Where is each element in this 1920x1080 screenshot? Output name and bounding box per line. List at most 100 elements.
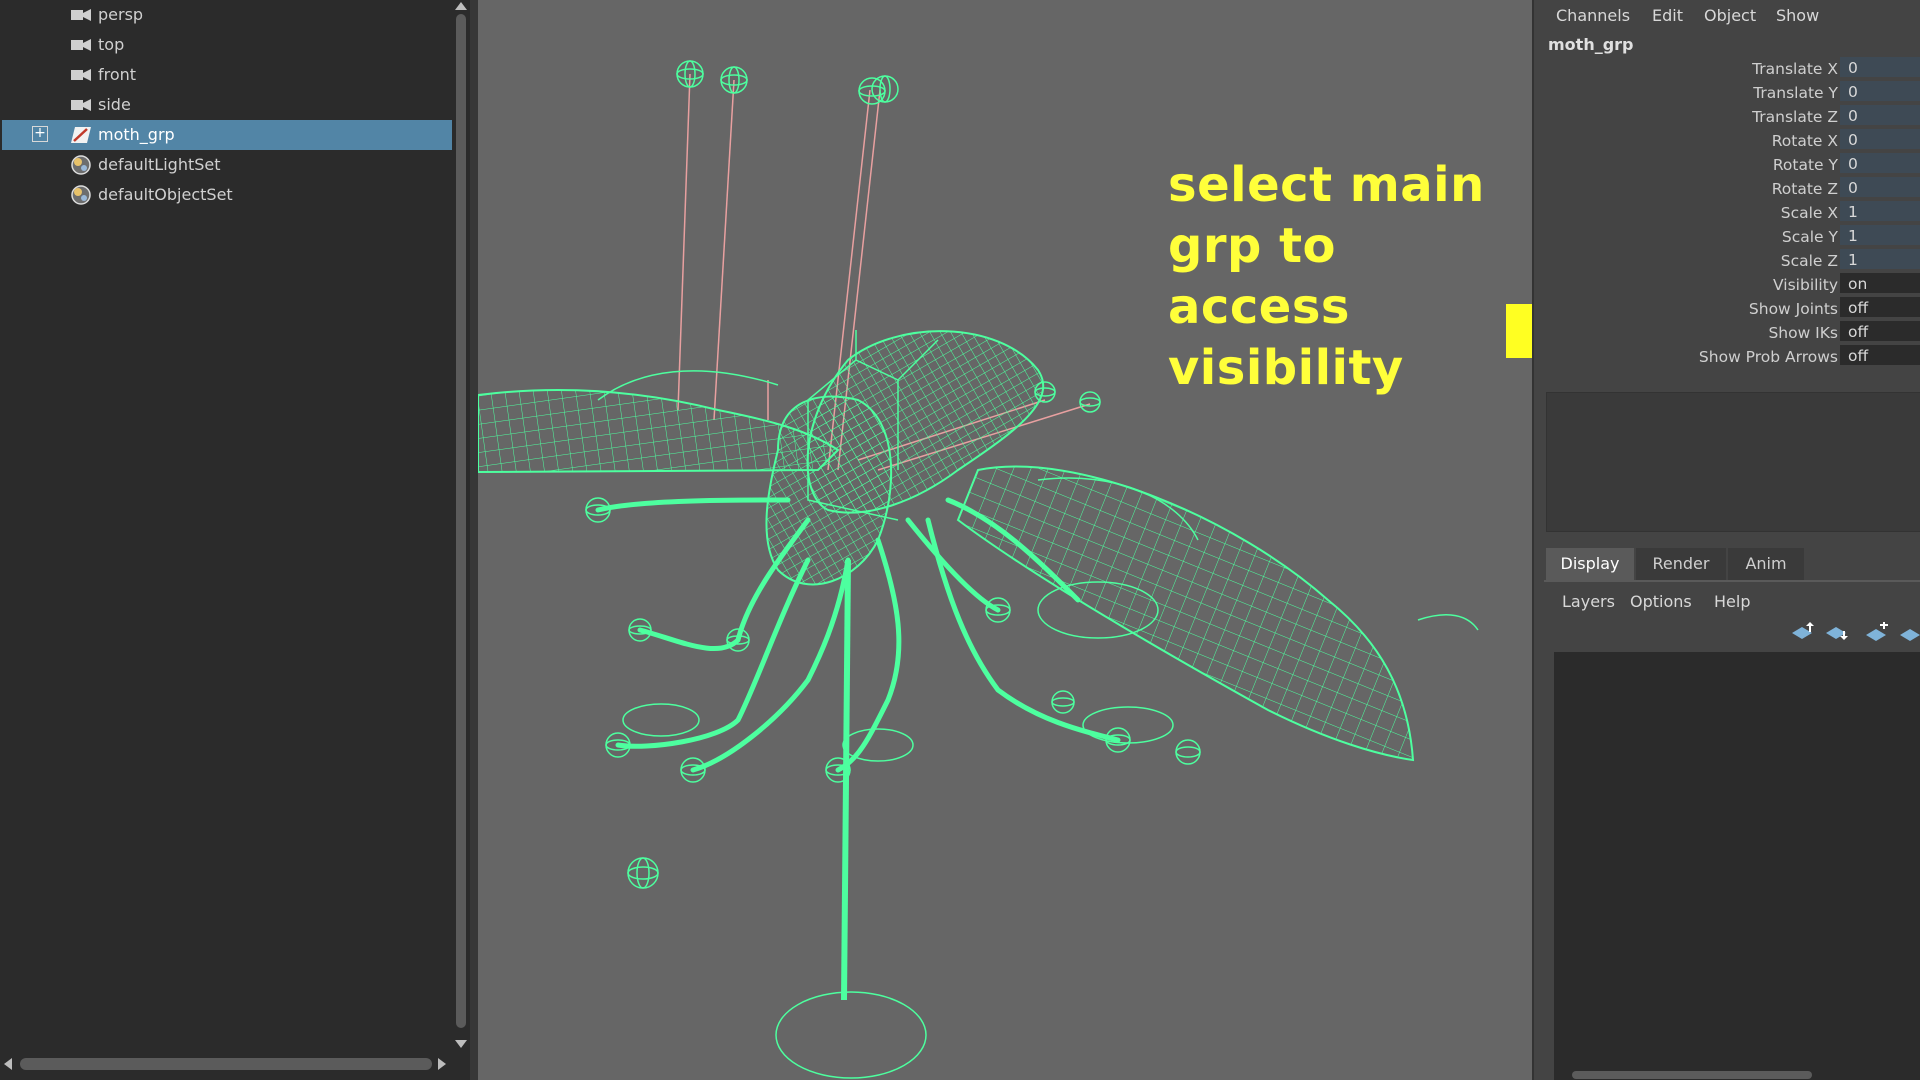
outliner-vertical-scrollbar[interactable] [452, 0, 470, 1050]
channel-value-field[interactable]: 0 [1840, 129, 1920, 151]
channel-row-rotate-z[interactable]: Rotate Z0 [1534, 177, 1920, 201]
outliner-panel: persp top front side + moth_grp defaultL… [0, 0, 471, 1080]
outliner-item-front[interactable]: front [2, 60, 452, 90]
channel-value-field[interactable]: 0 [1840, 105, 1920, 127]
channel-row-translate-z[interactable]: Translate Z0 [1534, 105, 1920, 129]
scroll-left-icon[interactable] [4, 1058, 12, 1070]
camera-icon [71, 9, 91, 21]
camera-icon [71, 39, 91, 51]
tab-underline [1544, 580, 1920, 582]
channel-row-visibility[interactable]: Visibility on [1534, 273, 1920, 297]
scrollbar-thumb[interactable] [456, 14, 466, 1028]
outliner-item-default-object-set[interactable]: defaultObjectSet [2, 180, 452, 210]
scrollbar-thumb[interactable] [20, 1058, 432, 1070]
channel-row-rotate-x[interactable]: Rotate X0 [1534, 129, 1920, 153]
channel-row-rotate-y[interactable]: Rotate Y0 [1534, 153, 1920, 177]
channel-label[interactable]: Rotate Y [1773, 156, 1838, 174]
channel-row-show-joints[interactable]: Show Joints off [1534, 297, 1920, 321]
channel-label[interactable]: Translate Y [1753, 84, 1838, 102]
channel-row-translate-x[interactable]: Translate X0 [1534, 57, 1920, 81]
menu-help[interactable]: Help [1714, 592, 1750, 611]
outliner-item-top[interactable]: top [2, 30, 452, 60]
new-layer-from-selected-icon[interactable] [1898, 622, 1920, 644]
selected-object-name[interactable]: moth_grp [1548, 35, 1634, 54]
set-icon [71, 185, 91, 205]
channel-value-field[interactable]: off [1840, 345, 1920, 367]
outliner-item-side[interactable]: side [2, 90, 452, 120]
new-layer-icon[interactable] [1864, 622, 1890, 644]
set-icon [71, 155, 91, 175]
outliner-item-label: top [98, 35, 125, 54]
channel-value-field[interactable]: 0 [1840, 57, 1920, 79]
layer-editor-toolbar [1534, 618, 1920, 648]
menu-options[interactable]: Options [1630, 592, 1692, 611]
channel-row-scale-y[interactable]: Scale Y1 [1534, 225, 1920, 249]
scroll-down-icon[interactable] [455, 1040, 467, 1048]
move-layer-up-icon[interactable] [1790, 622, 1816, 644]
layer-list[interactable] [1554, 652, 1920, 1072]
channel-row-translate-y[interactable]: Translate Y0 [1534, 81, 1920, 105]
camera-icon [71, 99, 91, 111]
outliner-item-label: front [98, 65, 137, 84]
channel-value-field[interactable]: 1 [1840, 201, 1920, 223]
tab-display[interactable]: Display [1546, 548, 1634, 580]
channel-value-field[interactable]: 0 [1840, 153, 1920, 175]
channel-label[interactable]: Show Joints [1749, 300, 1838, 318]
panel-splitter[interactable] [470, 0, 478, 1080]
channel-label[interactable]: Translate Z [1752, 108, 1838, 126]
outliner-item-persp[interactable]: persp [2, 0, 452, 30]
menu-show[interactable]: Show [1776, 6, 1819, 25]
channel-value-field[interactable]: off [1840, 321, 1920, 343]
channel-label[interactable]: Rotate X [1772, 132, 1838, 150]
move-layer-down-icon[interactable] [1824, 622, 1850, 644]
channel-value-field[interactable]: 0 [1840, 81, 1920, 103]
layer-editor-menu-bar: Layers Options Help [1534, 586, 1920, 616]
channel-label[interactable]: Scale X [1781, 204, 1838, 222]
outliner-item-label: side [98, 95, 131, 114]
scrollbar-thumb[interactable] [1572, 1071, 1812, 1079]
scroll-up-icon[interactable] [455, 2, 467, 10]
channel-value-field[interactable]: on [1840, 273, 1920, 295]
channel-value-field[interactable]: 0 [1840, 177, 1920, 199]
scroll-right-icon[interactable] [438, 1058, 446, 1070]
menu-channels[interactable]: Channels [1556, 6, 1630, 25]
attribute-empty-area [1546, 392, 1920, 532]
channel-label[interactable]: Scale Y [1782, 228, 1838, 246]
channel-label[interactable]: Visibility [1773, 276, 1838, 294]
menu-edit[interactable]: Edit [1652, 6, 1683, 25]
transform-group-icon [71, 127, 91, 143]
outliner-item-label: moth_grp [98, 125, 175, 144]
channel-label[interactable]: Show IKs [1768, 324, 1838, 342]
channel-label[interactable]: Show Prob Arrows [1699, 348, 1838, 366]
tab-anim[interactable]: Anim [1728, 548, 1804, 580]
tab-render[interactable]: Render [1636, 548, 1726, 580]
outliner-item-label: persp [98, 5, 144, 24]
outliner-horizontal-scrollbar[interactable] [0, 1050, 470, 1080]
outliner-item-label: defaultLightSet [98, 155, 221, 174]
channel-row-scale-x[interactable]: Scale X1 [1534, 201, 1920, 225]
channel-value-field[interactable]: 1 [1840, 249, 1920, 271]
channel-label[interactable]: Scale Z [1781, 252, 1838, 270]
tutorial-callout-text: select main grp to access visibility [1168, 157, 1485, 396]
menu-layers[interactable]: Layers [1562, 592, 1615, 611]
right-wing [956, 465, 1415, 762]
head-thorax [765, 395, 893, 586]
right-side-panel: Channels Edit Object Show moth_grp Trans… [1532, 0, 1920, 1080]
channel-value-field[interactable]: 1 [1840, 225, 1920, 247]
3d-viewport[interactable]: select main grp to access visibility [478, 0, 1532, 1080]
channel-label[interactable]: Translate X [1752, 60, 1838, 78]
layer-list-horizontal-scrollbar[interactable] [1554, 1070, 1920, 1080]
outliner-item-label: defaultObjectSet [98, 185, 233, 204]
channel-label[interactable]: Rotate Z [1772, 180, 1838, 198]
menu-object[interactable]: Object [1704, 6, 1756, 25]
camera-icon [71, 69, 91, 81]
channel-row-show-prob-arrows[interactable]: Show Prob Arrows off [1534, 345, 1920, 369]
channel-row-scale-z[interactable]: Scale Z1 [1534, 249, 1920, 273]
channel-row-show-iks[interactable]: Show IKs off [1534, 321, 1920, 345]
outliner-item-default-light-set[interactable]: defaultLightSet [2, 150, 452, 180]
layer-editor-tabs: Display Render Anim [1534, 548, 1920, 580]
channel-value-field[interactable]: off [1840, 297, 1920, 319]
channel-box-menu-bar: Channels Edit Object Show [1534, 0, 1920, 30]
outliner-item-moth-grp[interactable]: + moth_grp [2, 120, 452, 150]
expand-toggle[interactable]: + [32, 126, 48, 142]
